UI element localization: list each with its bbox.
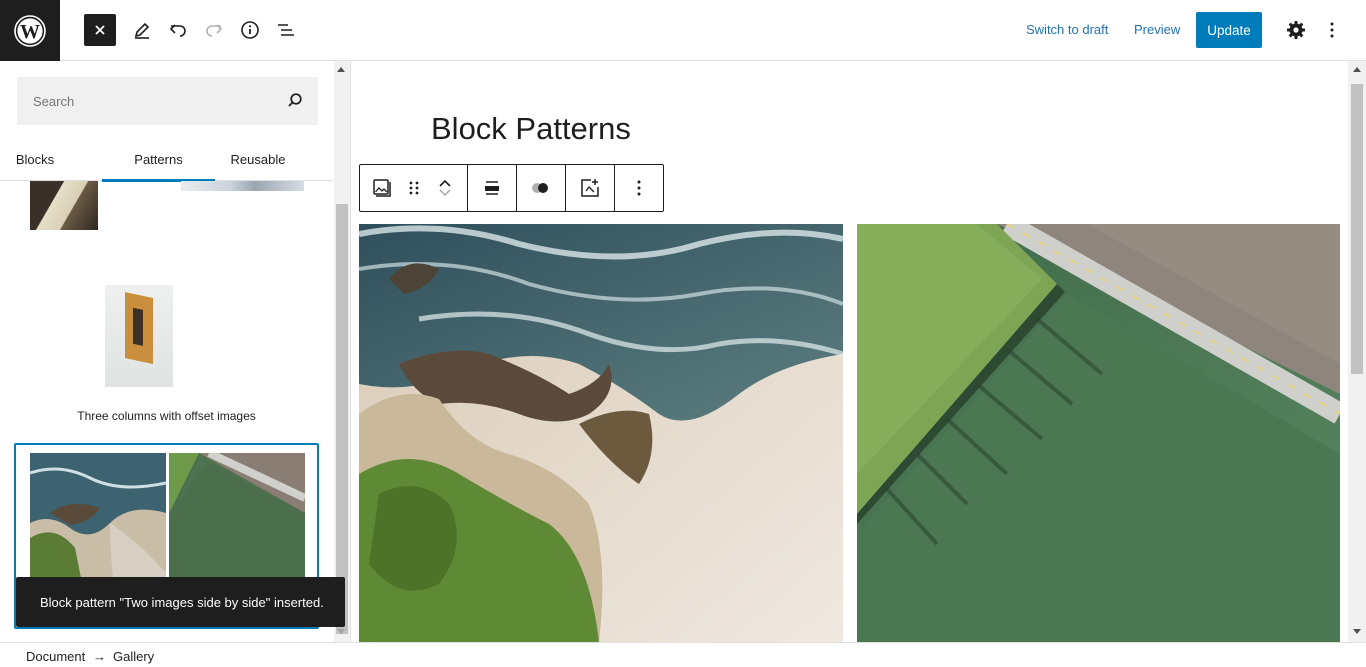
scroll-up-icon[interactable] [337, 67, 345, 72]
chevron-up-icon[interactable] [438, 178, 452, 188]
post-title[interactable]: Block Patterns [431, 111, 631, 147]
duotone-icon [532, 183, 548, 193]
block-switcher-group [360, 165, 468, 211]
more-vertical-icon [637, 180, 641, 196]
add-image-icon [581, 179, 599, 197]
more-vertical-icon [1330, 22, 1334, 38]
block-toolbar [359, 164, 664, 212]
pattern-preview-image[interactable] [181, 181, 304, 191]
add-media-button[interactable] [566, 165, 614, 211]
add-image-group [566, 165, 615, 211]
editor-canvas: Block Patterns [352, 61, 1348, 642]
wordpress-icon: W [14, 14, 46, 47]
update-button[interactable]: Update [1196, 12, 1262, 48]
tools-button[interactable] [126, 14, 158, 46]
snackbar-message: Block pattern "Two images side by side" … [40, 594, 324, 610]
options-group [615, 165, 663, 211]
drag-handle[interactable] [404, 165, 424, 211]
undo-icon [169, 24, 186, 37]
drag-handle-icon [409, 181, 418, 195]
search-icon [288, 93, 302, 107]
sidebar-scrollbar-thumb[interactable] [336, 204, 348, 634]
block-options-button[interactable] [615, 165, 663, 211]
tab-blocks[interactable]: Blocks [0, 137, 70, 181]
details-button[interactable] [234, 14, 266, 46]
wordpress-logo-button[interactable]: W [0, 0, 60, 61]
move-buttons [423, 165, 467, 211]
breadcrumb-gallery[interactable]: Gallery [113, 649, 154, 664]
search-input[interactable]: Search [17, 77, 318, 125]
align-wide-icon [485, 181, 499, 195]
align-button[interactable] [468, 165, 516, 211]
close-inserter-button[interactable] [84, 14, 116, 46]
more-options-button[interactable] [1316, 14, 1348, 46]
scroll-down-icon[interactable] [337, 629, 345, 634]
info-icon [241, 21, 259, 39]
list-view-icon [278, 24, 294, 36]
gear-icon [1287, 21, 1305, 39]
block-breadcrumb: Document → Gallery [0, 642, 1366, 667]
preview-button[interactable]: Preview [1134, 22, 1180, 37]
align-group [468, 165, 517, 211]
gallery-icon [373, 179, 391, 197]
block-type-button[interactable] [360, 165, 404, 211]
canvas-scrollbar-thumb[interactable] [1351, 84, 1363, 374]
search-placeholder: Search [33, 94, 75, 109]
block-inserter-panel: Search Blocks Patterns Reusable Three co… [0, 61, 351, 642]
tab-reusable[interactable]: Reusable [215, 137, 301, 181]
svg-text:W: W [20, 21, 40, 43]
settings-button[interactable] [1280, 14, 1312, 46]
breadcrumb-document[interactable]: Document [26, 649, 85, 664]
snackbar-notice[interactable]: Block pattern "Two images side by side" … [16, 577, 345, 627]
redo-button[interactable] [198, 14, 230, 46]
editor-header: W Switch to draft Preview Update [0, 0, 1366, 61]
inserter-tabs: Blocks Patterns Reusable [0, 137, 333, 182]
duotone-button[interactable] [517, 165, 565, 211]
scroll-up-icon[interactable] [1353, 67, 1361, 72]
breadcrumb-separator: → [93, 649, 106, 664]
undo-button[interactable] [162, 14, 194, 46]
window-image [125, 292, 153, 364]
switch-to-draft-button[interactable]: Switch to draft [1026, 22, 1108, 37]
chevron-down-icon[interactable] [438, 188, 452, 198]
duotone-group [517, 165, 566, 211]
canvas-scrollbar[interactable] [1348, 61, 1366, 642]
list-view-button[interactable] [270, 14, 302, 46]
pattern-caption: Three columns with offset images [77, 409, 256, 423]
close-icon [95, 25, 105, 35]
tab-patterns[interactable]: Patterns [102, 137, 215, 182]
beach-aerial-image[interactable] [359, 224, 843, 642]
scroll-down-icon[interactable] [1353, 629, 1361, 634]
pencil-icon [134, 22, 150, 39]
field-aerial-image[interactable] [857, 224, 1340, 642]
pattern-preview-three-columns[interactable] [105, 285, 173, 387]
redo-icon [206, 24, 223, 37]
pattern-preview-image[interactable] [30, 181, 98, 230]
